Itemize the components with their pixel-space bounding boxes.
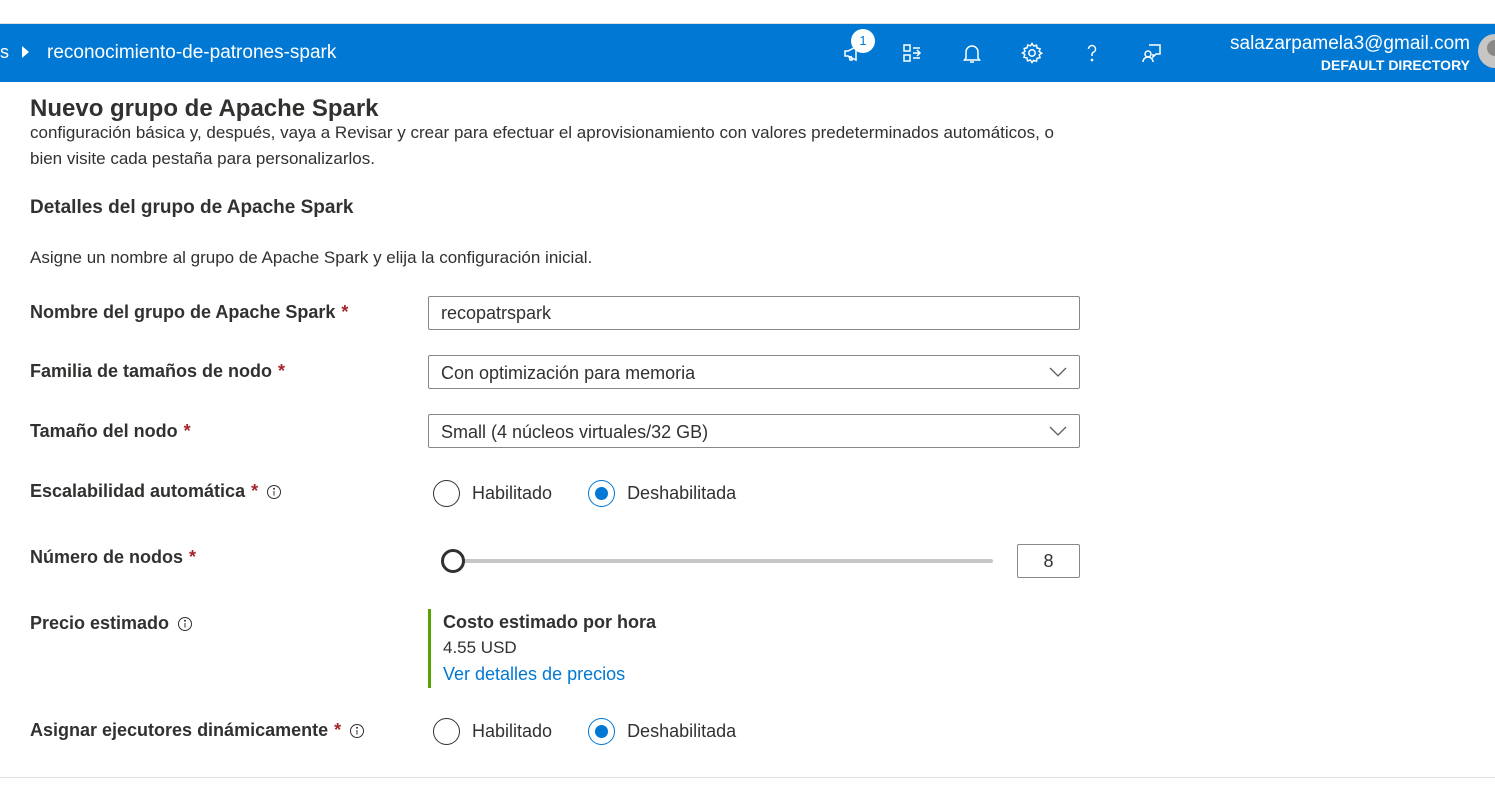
radio-label: Habilitado bbox=[472, 483, 553, 503]
required-asterisk: * bbox=[189, 547, 197, 567]
required-asterisk: * bbox=[341, 302, 349, 322]
radio-label: Habilitado bbox=[472, 721, 553, 741]
section-description: Asigne un nombre al grupo de Apache Spar… bbox=[30, 248, 593, 267]
autoscale-enabled-radio[interactable]: Habilitado bbox=[433, 480, 552, 507]
account-email: salazarpamela3@gmail.com bbox=[1230, 33, 1470, 54]
info-icon[interactable] bbox=[266, 484, 282, 500]
node-count-slider[interactable] bbox=[441, 548, 993, 574]
node-count-label-text: Número de nodos bbox=[30, 547, 184, 567]
required-asterisk: * bbox=[251, 481, 259, 501]
dynamic-executors-label: Asignar ejecutores dinámicamente * bbox=[30, 720, 365, 741]
node-size-selected: Small (4 núcleos virtuales/32 GB) bbox=[441, 422, 709, 442]
pool-name-input[interactable]: recopatrspark bbox=[428, 296, 1080, 330]
breadcrumb-fragment[interactable]: s bbox=[0, 42, 9, 63]
chevron-down-icon bbox=[1049, 426, 1067, 436]
avatar[interactable] bbox=[1478, 34, 1495, 68]
node-count-input[interactable]: 8 bbox=[1017, 544, 1080, 578]
node-family-dropdown[interactable]: Con optimización para memoria bbox=[428, 355, 1080, 389]
node-family-label-text: Familia de tamaños de nodo bbox=[30, 361, 273, 381]
chevron-down-icon bbox=[1049, 367, 1067, 377]
footer-divider bbox=[0, 777, 1495, 778]
price-value: 4.55 USD bbox=[443, 638, 517, 657]
section-heading: Detalles del grupo de Apache Spark bbox=[30, 197, 354, 218]
radio-unchecked-icon bbox=[433, 480, 460, 507]
notification-count-badge: 1 bbox=[851, 29, 875, 53]
node-count-label: Número de nodos * bbox=[30, 547, 196, 568]
price-label-text: Precio estimado bbox=[30, 613, 170, 633]
pool-name-label: Nombre del grupo de Apache Spark * bbox=[30, 302, 348, 323]
dynamic-executors-radio-group: Habilitado Deshabilitada bbox=[433, 718, 772, 745]
node-family-selected: Con optimización para memoria bbox=[441, 363, 696, 383]
intro-text: configuración básica y, después, vaya a … bbox=[30, 123, 1055, 168]
node-size-label-text: Tamaño del nodo bbox=[30, 421, 178, 441]
autoscale-disabled-radio[interactable]: Deshabilitada bbox=[588, 480, 736, 507]
price-label: Precio estimado bbox=[30, 613, 193, 634]
required-asterisk: * bbox=[334, 720, 342, 740]
info-icon[interactable] bbox=[349, 723, 365, 739]
info-icon[interactable] bbox=[177, 616, 193, 632]
pool-name-label-text: Nombre del grupo de Apache Spark bbox=[30, 302, 336, 322]
required-asterisk: * bbox=[183, 421, 191, 441]
node-family-label: Familia de tamaños de nodo * bbox=[30, 361, 285, 382]
radio-unchecked-icon bbox=[433, 718, 460, 745]
autoscale-radio-group: Habilitado Deshabilitada bbox=[433, 480, 772, 507]
required-asterisk: * bbox=[278, 361, 286, 381]
radio-checked-icon bbox=[588, 480, 616, 507]
breadcrumb-separator-icon bbox=[22, 46, 29, 58]
price-estimate-panel: Costo estimado por hora 4.55 USD Ver det… bbox=[428, 609, 828, 688]
page-title: Nuevo grupo de Apache Spark bbox=[30, 94, 385, 124]
gear-icon[interactable] bbox=[1017, 38, 1047, 68]
pricing-details-link[interactable]: Ver detalles de precios bbox=[443, 661, 625, 687]
bell-icon[interactable] bbox=[957, 38, 987, 68]
node-size-dropdown[interactable]: Small (4 núcleos virtuales/32 GB) bbox=[428, 414, 1080, 448]
directory-switch-icon[interactable] bbox=[897, 38, 927, 68]
account-directory: DEFAULT DIRECTORY bbox=[1320, 57, 1470, 73]
browser-top-strip bbox=[0, 0, 1495, 24]
dynamic-executors-disabled-radio[interactable]: Deshabilitada bbox=[588, 718, 736, 745]
dynamic-executors-label-text: Asignar ejecutores dinámicamente bbox=[30, 720, 329, 740]
autoscale-label-text: Escalabilidad automática bbox=[30, 481, 246, 501]
slider-track bbox=[441, 559, 993, 563]
dynamic-executors-enabled-radio[interactable]: Habilitado bbox=[433, 718, 552, 745]
account-menu[interactable]: salazarpamela3@gmail.com DEFAULT DIRECTO… bbox=[1230, 32, 1470, 74]
price-title: Costo estimado por hora bbox=[443, 612, 657, 632]
portal-header: s reconocimiento-de-patrones-spark 1 sal… bbox=[0, 24, 1495, 82]
node-size-label: Tamaño del nodo * bbox=[30, 421, 191, 442]
radio-checked-icon bbox=[588, 718, 616, 745]
radio-label: Deshabilitada bbox=[627, 483, 737, 503]
feedback-icon[interactable] bbox=[1137, 38, 1167, 68]
help-icon[interactable] bbox=[1077, 38, 1107, 68]
radio-label: Deshabilitada bbox=[627, 721, 737, 741]
breadcrumb-current[interactable]: reconocimiento-de-patrones-spark bbox=[47, 42, 336, 64]
slider-thumb[interactable] bbox=[441, 549, 465, 573]
autoscale-label: Escalabilidad automática * bbox=[30, 481, 282, 502]
